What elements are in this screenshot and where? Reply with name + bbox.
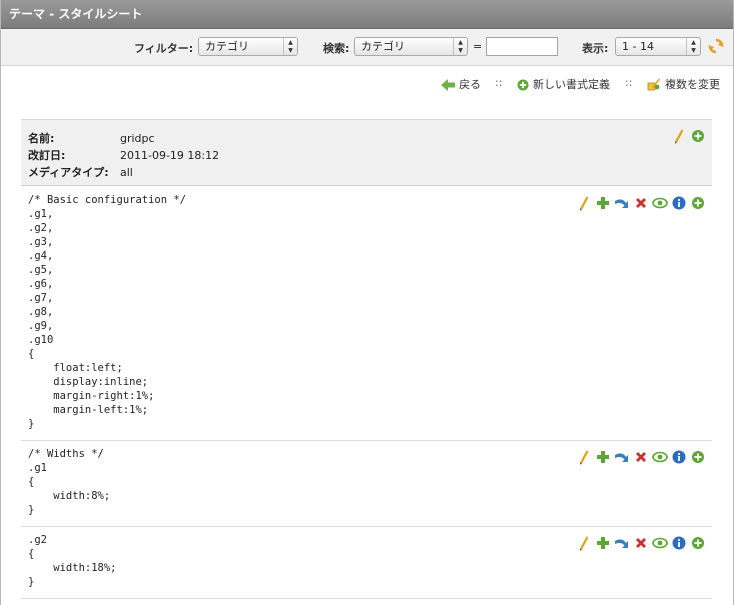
back-label: 戻る	[459, 78, 481, 91]
delete-x-icon[interactable]	[633, 449, 649, 465]
rule-code: .g2 { width:18%; }	[28, 534, 117, 588]
new-format-link[interactable]: 新しい書式定義	[517, 76, 610, 92]
change-multiple-link[interactable]: 複数を変更	[647, 76, 720, 92]
info-name-row: 名前: gridpc	[28, 130, 155, 146]
rule-actions	[576, 195, 706, 211]
equals-sign: =	[473, 40, 483, 53]
search-field-select-value: カテゴリ	[361, 40, 405, 53]
info-media-row: メディアタイプ: all	[28, 164, 133, 180]
nav-separator: ::	[495, 76, 503, 89]
view-eye-icon[interactable]	[652, 535, 668, 551]
info-icon[interactable]	[671, 449, 687, 465]
nav-separator: ::	[625, 76, 633, 89]
name-label: 名前:	[28, 132, 55, 145]
stylesheet-info-panel: 名前: gridpc 改訂日: 2011-09-19 18:12 メディアタイプ: a…	[21, 119, 712, 186]
style-rule-item: .g2 { width:18%; }	[21, 527, 712, 599]
back-arrow-icon	[441, 79, 455, 91]
select-arrows-icon: ▲ ▼	[283, 38, 297, 55]
delete-x-icon[interactable]	[633, 195, 649, 211]
search-label: 検索:	[323, 42, 350, 55]
move-arrow-icon[interactable]	[614, 449, 630, 465]
display-label: 表示:	[582, 42, 609, 55]
edit-pencil-icon[interactable]	[576, 449, 592, 465]
multi-edit-icon	[647, 78, 660, 91]
refresh-icon[interactable]	[707, 37, 725, 55]
select-arrows-icon: ▲ ▼	[686, 38, 700, 55]
edit-pencil-icon[interactable]	[576, 195, 592, 211]
select-arrows-icon: ▲ ▼	[453, 38, 467, 55]
add-circle-icon[interactable]	[690, 449, 706, 465]
move-arrow-icon[interactable]	[614, 195, 630, 211]
info-icon[interactable]	[671, 535, 687, 551]
name-value: gridpc	[120, 132, 155, 145]
rule-code: /* Basic configuration */ .g1, .g2, .g3,…	[28, 194, 187, 430]
add-plus-icon[interactable]	[595, 449, 611, 465]
action-bar: 戻る :: 新しい書式定義 :: 複数を変更	[1, 66, 733, 116]
new-format-label: 新しい書式定義	[533, 78, 610, 91]
add-plus-icon[interactable]	[595, 535, 611, 551]
rule-code: /* Widths */ .g1 { width:8%; }	[28, 448, 111, 516]
stylesheet-window: テーマ - スタイルシート フィルター: カテゴリ ▲ ▼ 検索: カテゴリ ▲ ▼…	[0, 0, 734, 605]
modified-value: 2011-09-19 18:12	[120, 149, 220, 162]
modified-label: 改訂日:	[28, 149, 66, 162]
edit-pencil-icon[interactable]	[671, 128, 687, 144]
view-eye-icon[interactable]	[652, 195, 668, 211]
filter-select-value: カテゴリ	[205, 40, 249, 53]
display-range-value: 1 - 14	[622, 40, 654, 53]
add-plus-icon[interactable]	[595, 195, 611, 211]
add-circle-icon[interactable]	[690, 128, 706, 144]
filter-label: フィルター:	[134, 42, 194, 55]
filter-bar: フィルター: カテゴリ ▲ ▼ 検索: カテゴリ ▲ ▼ = 表示: 1 - 14 …	[1, 29, 733, 66]
style-rule-item: /* Widths */ .g1 { width:8%; }	[21, 441, 712, 527]
info-actions	[671, 128, 707, 147]
view-eye-icon[interactable]	[652, 449, 668, 465]
window-title: テーマ - スタイルシート	[1, 0, 733, 29]
filter-select[interactable]: カテゴリ ▲ ▼	[198, 37, 298, 56]
change-multiple-label: 複数を変更	[665, 78, 720, 91]
media-type-label: メディアタイプ:	[28, 166, 109, 179]
display-range-select[interactable]: 1 - 14 ▲ ▼	[615, 37, 701, 56]
search-field-select[interactable]: カテゴリ ▲ ▼	[354, 37, 468, 56]
add-circle-icon[interactable]	[690, 535, 706, 551]
back-link[interactable]: 戻る	[441, 76, 481, 92]
info-icon[interactable]	[671, 195, 687, 211]
rule-actions	[576, 535, 706, 551]
media-type-value: all	[120, 166, 133, 179]
style-rule-item: /* Basic configuration */ .g1, .g2, .g3,…	[21, 187, 712, 441]
delete-x-icon[interactable]	[633, 535, 649, 551]
add-circle-icon	[517, 79, 529, 91]
rule-actions	[576, 449, 706, 465]
search-input[interactable]	[486, 37, 558, 56]
move-arrow-icon[interactable]	[614, 535, 630, 551]
add-circle-icon[interactable]	[690, 195, 706, 211]
info-modified-row: 改訂日: 2011-09-19 18:12	[28, 147, 219, 163]
edit-pencil-icon[interactable]	[576, 535, 592, 551]
